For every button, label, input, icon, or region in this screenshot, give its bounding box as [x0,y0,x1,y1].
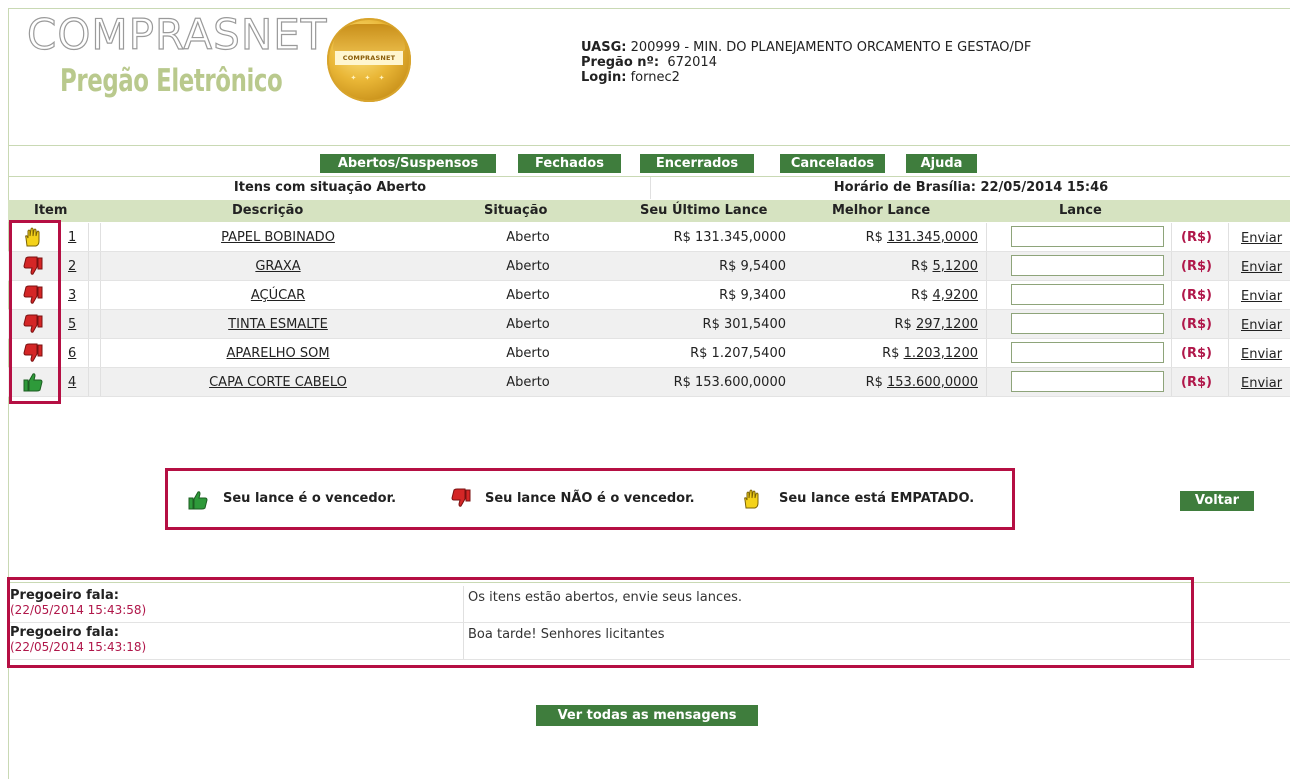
item-ultimo-lance: R$ 9,3400 [719,288,786,303]
highlight-messages-box [7,577,1194,668]
currency-label: (R$) [1181,375,1212,390]
col-descricao: Descrição [232,203,304,218]
lance-input[interactable] [1011,313,1164,334]
table-row: 3 AÇÚCAR Aberto R$ 9,3400 R$ 4,9200 (R$) Envia… [8,281,1290,310]
currency-prefix: R$ [894,317,912,332]
enviar-link[interactable]: Enviar [1241,289,1282,304]
lance-input[interactable] [1011,226,1164,247]
currency-label: (R$) [1181,259,1212,274]
tab-encerrados[interactable]: Encerrados [640,154,754,173]
melhor-lance-link[interactable]: 131.345,0000 [887,230,978,245]
comprasnet-seal-logo: COMPRASNET ✦ ✦ ✦ [327,18,411,102]
table-header: Item Descrição Situação Seu Último Lance… [8,200,1290,222]
melhor-lance-link[interactable]: 297,1200 [916,317,978,332]
currency-prefix: R$ [911,288,929,303]
tab-cancelados[interactable]: Cancelados [780,154,885,173]
thumbs-up-icon [187,489,209,511]
lance-input[interactable] [1011,371,1164,392]
lance-input[interactable] [1011,342,1164,363]
item-description-link[interactable]: TINTA ESMALTE [8,317,548,332]
uasg-label: UASG: [581,40,627,55]
col-lance: Lance [1059,203,1102,218]
lance-input[interactable] [1011,255,1164,276]
currency-label: (R$) [1181,317,1212,332]
melhor-lance-link[interactable]: 5,1200 [933,259,979,274]
table-row: 1 PAPEL BOBINADO Aberto R$ 131.345,0000 R$ 1… [8,223,1290,252]
item-situacao: Aberto [506,346,550,361]
table-row: 2 GRAXA Aberto R$ 9,5400 R$ 5,1200 (R$) Enviar [8,252,1290,281]
melhor-lance-link[interactable]: 4,9200 [933,288,979,303]
item-melhor-lance: R$ 131.345,0000 [798,230,978,245]
tab-fechados[interactable]: Fechados [518,154,621,173]
enviar-link[interactable]: Enviar [1241,231,1282,246]
enviar-link[interactable]: Enviar [1241,260,1282,275]
item-situacao: Aberto [506,375,550,390]
enviar-link[interactable]: Enviar [1241,318,1282,333]
col-item: Item [34,203,68,218]
item-description-link[interactable]: APARELHO SOM [8,346,548,361]
pregao-info: UASG: 200999 - MIN. DO PLANEJAMENTO ORCA… [581,40,1031,85]
item-ultimo-lance: R$ 9,5400 [719,259,786,274]
item-description-link[interactable]: GRAXA [8,259,548,274]
tied-hand-icon [741,488,763,510]
thumbs-down-icon [450,487,472,509]
melhor-lance-link[interactable]: 153.600,0000 [887,375,978,390]
brasilia-time: Horário de Brasília: 22/05/2014 15:46 [833,180,1109,195]
uasg-value: 200999 - MIN. DO PLANEJAMENTO ORCAMENTO … [630,40,1032,55]
item-situacao: Aberto [506,317,550,332]
item-melhor-lance: R$ 4,9200 [798,288,978,303]
melhor-lance-link[interactable]: 1.203,1200 [904,346,978,361]
pregao-label: Pregão nº: [581,55,660,70]
enviar-link[interactable]: Enviar [1241,376,1282,391]
table-row: 5 TINTA ESMALTE Aberto R$ 301,5400 R$ 297,12… [8,310,1290,339]
voltar-button[interactable]: Voltar [1180,491,1254,511]
table-row: 4 CAPA CORTE CABELO Aberto R$ 153.600,0000 R… [8,368,1290,397]
currency-prefix: R$ [911,259,929,274]
status-title: Itens com situação Aberto [233,180,427,195]
currency-label: (R$) [1181,230,1212,245]
item-melhor-lance: R$ 153.600,0000 [798,375,978,390]
currency-label: (R$) [1181,288,1212,303]
item-ultimo-lance: R$ 1.207,5400 [690,346,786,361]
col-melhor-lance: Melhor Lance [832,203,931,218]
legend-winner: Seu lance é o vencedor. [223,491,397,506]
logo-title: COMPRASNET [26,10,328,59]
ver-todas-mensagens-button[interactable]: Ver todas as mensagens [536,705,758,726]
currency-prefix: R$ [882,346,900,361]
tab-abertos-suspensos[interactable]: Abertos/Suspensos [320,154,496,173]
seal-label: COMPRASNET [335,51,403,65]
currency-label: (R$) [1181,346,1212,361]
divider [8,145,1290,146]
item-melhor-lance: R$ 5,1200 [798,259,978,274]
item-situacao: Aberto [506,259,550,274]
pregao-value: 672014 [667,55,717,70]
lance-input[interactable] [1011,284,1164,305]
item-melhor-lance: R$ 1.203,1200 [798,346,978,361]
col-ultimo-lance: Seu Último Lance [640,203,768,218]
legend-tied: Seu lance está EMPATADO. [779,491,975,506]
item-situacao: Aberto [506,288,550,303]
item-description-link[interactable]: CAPA CORTE CABELO [8,375,548,390]
col-situacao: Situação [484,203,548,218]
login-label: Login: [581,70,627,85]
item-description-link[interactable]: PAPEL BOBINADO [8,230,548,245]
highlight-icons-box [9,220,61,404]
tab-ajuda[interactable]: Ajuda [906,154,977,173]
currency-prefix: R$ [865,375,883,390]
item-situacao: Aberto [506,230,550,245]
logo-subtitle: Pregão Eletrônico [60,63,283,99]
enviar-link[interactable]: Enviar [1241,347,1282,362]
legend-not-winner: Seu lance NÃO é o vencedor. [485,491,695,506]
currency-prefix: R$ [865,230,883,245]
item-ultimo-lance: R$ 131.345,0000 [673,230,786,245]
table-row: 6 APARELHO SOM Aberto R$ 1.207,5400 R$ 1.203… [8,339,1290,368]
login-value: fornec2 [630,70,680,85]
item-description-link[interactable]: AÇÚCAR [8,288,548,303]
item-melhor-lance: R$ 297,1200 [798,317,978,332]
item-ultimo-lance: R$ 153.600,0000 [673,375,786,390]
divider [8,176,1290,177]
item-ultimo-lance: R$ 301,5400 [702,317,786,332]
